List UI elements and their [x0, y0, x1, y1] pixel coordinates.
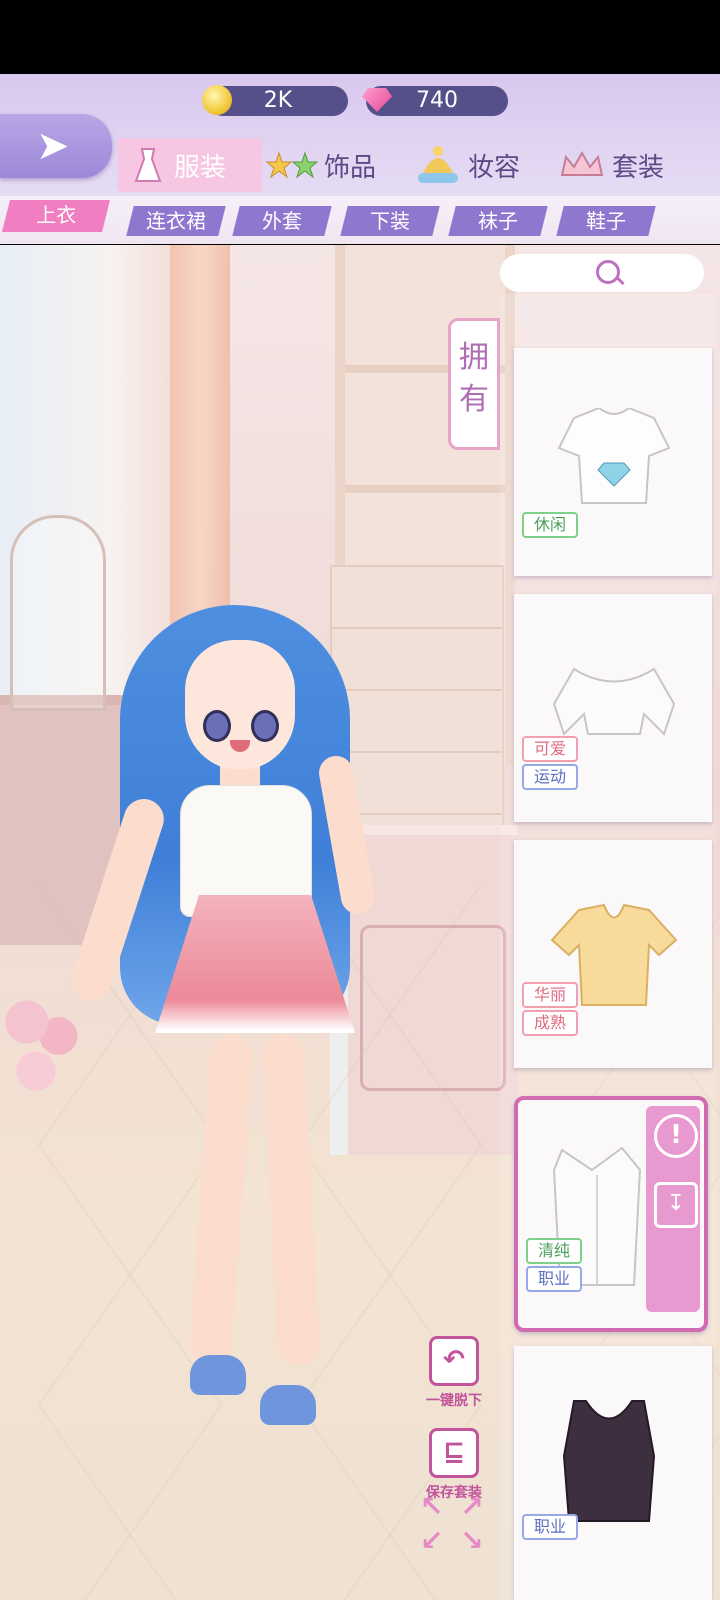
coin-icon [202, 85, 232, 115]
style-tag: 华丽 [522, 982, 579, 1008]
style-tag: 清纯 [526, 1238, 583, 1264]
category-label: 饰品 [324, 152, 377, 183]
tshirt-icon [557, 408, 671, 504]
hat-icon [414, 145, 462, 185]
shoe-left [190, 1355, 246, 1395]
search-icon [596, 260, 620, 284]
item-actions: ! ↧ [646, 1106, 700, 1312]
back-button[interactable]: ➤ [0, 114, 112, 178]
subtab-dresses[interactable]: 连衣裙 [126, 206, 226, 236]
item-card-1[interactable]: 休闲 [514, 348, 712, 576]
top-panel: 2K 740 ➤ 服装 饰品 妆容 套装 [0, 74, 720, 196]
fullscreen-button[interactable]: ↖ ↗ ↙ ↘ [420, 1490, 490, 1560]
style-tag: 成熟 [522, 1010, 579, 1036]
subtab-coats[interactable]: 外套 [232, 206, 332, 236]
owned-label: 拥有 [459, 340, 489, 417]
item-card-5[interactable]: 职业 [514, 1346, 712, 1600]
crop-top-icon [552, 667, 676, 736]
owned-filter-tab[interactable]: 拥有 [448, 318, 500, 450]
status-bar [0, 0, 720, 74]
eye-right [251, 710, 279, 742]
info-icon[interactable]: ! [654, 1114, 698, 1158]
style-tag: 休闲 [522, 512, 579, 538]
category-label: 妆容 [468, 152, 521, 183]
save-icon: ⊑ [429, 1428, 479, 1478]
coin-amount: 2K [263, 88, 293, 113]
style-tag: 职业 [526, 1266, 583, 1292]
stars-icon [265, 145, 319, 185]
take-off-icon[interactable]: ↧ [654, 1182, 698, 1228]
subtab-socks[interactable]: 袜子 [448, 206, 548, 236]
category-tab-accessories[interactable]: 饰品 [265, 138, 377, 192]
undress-all-button[interactable]: ↶ 一键脱下 [418, 1336, 490, 1410]
gem-icon [362, 88, 392, 112]
character-avatar[interactable] [60, 585, 420, 1465]
search-button[interactable] [500, 254, 704, 292]
item-card-3[interactable]: 华丽 成熟 [514, 840, 712, 1068]
undo-arrow-icon: ↶ [429, 1336, 479, 1386]
crown-icon [558, 145, 606, 185]
shoe-right [260, 1385, 316, 1425]
item-card-2[interactable]: 可爱 运动 [514, 594, 712, 822]
dress-icon [128, 145, 168, 185]
subtab-tops[interactable]: 上衣 [2, 200, 110, 232]
category-tab-sets[interactable]: 套装 [558, 138, 664, 192]
mouth [230, 740, 250, 752]
subcategory-bar: 上衣 连衣裙 外套 下装 袜子 鞋子 [0, 196, 720, 244]
style-tag: 职业 [522, 1514, 579, 1540]
category-tab-clothing[interactable]: 服装 [118, 138, 262, 192]
subtab-bottoms[interactable]: 下装 [340, 206, 440, 236]
tank-top-icon [562, 1400, 656, 1522]
gem-amount: 740 [416, 88, 458, 113]
expand-icon: ↖ [420, 1490, 444, 1523]
leg-right [261, 1034, 321, 1366]
expand-icon: ↘ [460, 1524, 484, 1557]
back-arrow-icon: ➤ [36, 123, 70, 169]
style-tag: 可爱 [522, 736, 579, 762]
item-card-4-selected[interactable]: ! ↧ 清纯 职业 [514, 1096, 708, 1332]
gem-counter: 740 [362, 86, 508, 116]
coin-counter: 2K [202, 85, 348, 116]
category-label: 服装 [174, 152, 227, 183]
subtab-shoes[interactable]: 鞋子 [556, 206, 656, 236]
undress-all-label: 一键脱下 [426, 1393, 482, 1409]
character-face [185, 640, 295, 770]
leg-left [188, 1033, 254, 1367]
eye-left [203, 710, 231, 742]
category-tab-makeup[interactable]: 妆容 [414, 138, 520, 192]
category-label: 套装 [612, 152, 665, 183]
expand-icon: ↙ [420, 1524, 444, 1557]
expand-icon: ↗ [460, 1490, 484, 1523]
style-tag: 运动 [522, 764, 579, 790]
